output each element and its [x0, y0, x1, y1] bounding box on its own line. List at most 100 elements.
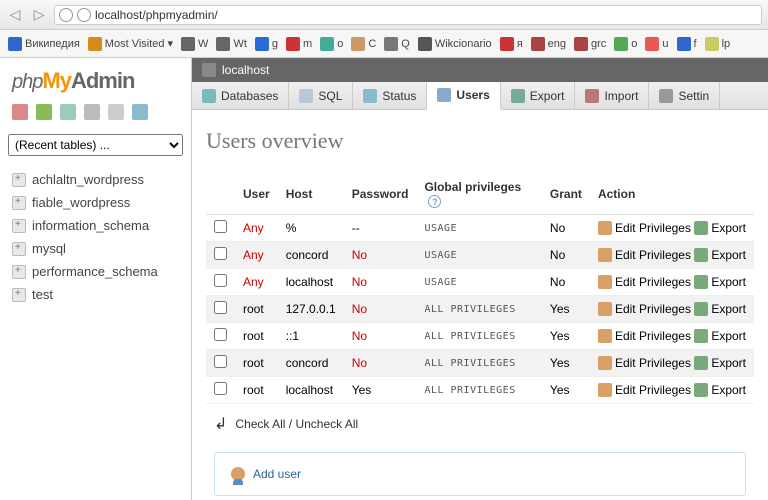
bookmark-icon [286, 37, 300, 51]
cell-host: localhost [278, 377, 344, 404]
row-checkbox[interactable] [214, 355, 227, 368]
export-link[interactable]: Export [694, 356, 746, 370]
bookmark-item[interactable]: Wt [216, 37, 246, 51]
bookmark-item[interactable]: o [614, 37, 637, 51]
cell-grant: No [542, 242, 590, 269]
edit-privileges-link[interactable]: Edit Privileges [598, 329, 691, 343]
export-link[interactable]: Export [694, 383, 746, 397]
export-link[interactable]: Export [694, 275, 746, 289]
expand-icon[interactable] [12, 219, 26, 233]
expand-icon[interactable] [12, 173, 26, 187]
logout-icon[interactable] [36, 104, 52, 120]
export-link[interactable]: Export [694, 302, 746, 316]
status-icon [363, 89, 377, 103]
add-user-label: Add user [253, 467, 301, 481]
url-bar[interactable] [54, 5, 762, 25]
bookmark-icon [614, 37, 628, 51]
uncheck-all-link[interactable]: Uncheck All [295, 417, 358, 431]
databases-icon [202, 89, 216, 103]
bookmark-item[interactable]: o [320, 37, 343, 51]
add-user-button[interactable]: Add user [214, 452, 746, 496]
bookmark-item[interactable]: lp [705, 37, 731, 51]
edit-privileges-link[interactable]: Edit Privileges [598, 383, 691, 397]
import-icon [585, 89, 599, 103]
row-checkbox[interactable] [214, 301, 227, 314]
database-item[interactable]: performance_schema [4, 260, 187, 283]
row-checkbox[interactable] [214, 247, 227, 260]
bookmark-icon [574, 37, 588, 51]
expand-icon[interactable] [12, 196, 26, 210]
back-button[interactable]: ◁ [6, 6, 24, 24]
database-item[interactable]: mysql [4, 237, 187, 260]
row-checkbox[interactable] [214, 220, 227, 233]
recent-tables-select[interactable]: (Recent tables) ... [8, 134, 183, 156]
home-icon[interactable] [12, 104, 28, 120]
bookmarks-bar: ВикипедияMost Visited▾WWtgmoCQWikcionari… [0, 30, 768, 58]
expand-icon[interactable] [12, 265, 26, 279]
bookmark-item[interactable]: Wikcionario [418, 37, 492, 51]
tab-settings[interactable]: Settin [649, 82, 720, 109]
cell-privileges: ALL PRIVILEGES [416, 377, 541, 404]
row-checkbox[interactable] [214, 274, 227, 287]
database-item[interactable]: test [4, 283, 187, 306]
expand-icon[interactable] [12, 242, 26, 256]
export-icon [511, 89, 525, 103]
query-icon[interactable] [60, 104, 76, 120]
cell-user: Any [235, 269, 278, 296]
url-input[interactable] [95, 8, 757, 22]
export-link[interactable]: Export [694, 221, 746, 235]
bookmark-item[interactable]: Википедия [8, 37, 80, 51]
check-all-link[interactable]: Check All [235, 417, 285, 431]
server-icon [202, 63, 216, 77]
col-host[interactable]: Host [278, 174, 344, 215]
forward-button[interactable]: ▷ [30, 6, 48, 24]
cell-password: -- [344, 215, 417, 242]
expand-icon[interactable] [12, 288, 26, 302]
edit-privileges-link[interactable]: Edit Privileges [598, 302, 691, 316]
settings-icon[interactable] [108, 104, 124, 120]
tab-sql[interactable]: SQL [289, 82, 353, 109]
edit-privileges-link[interactable]: Edit Privileges [598, 221, 691, 235]
help-icon[interactable]: ? [428, 195, 441, 208]
bookmark-item[interactable]: я [500, 37, 523, 51]
bookmark-item[interactable]: Most Visited▾ [88, 37, 173, 51]
tabs: DatabasesSQLStatusUsersExportImportSetti… [192, 82, 768, 110]
edit-privileges-link[interactable]: Edit Privileges [598, 356, 691, 370]
bookmark-item[interactable]: grc [574, 37, 606, 51]
bookmark-item[interactable]: C [351, 37, 376, 51]
cell-action: Edit Privileges Export [590, 350, 754, 377]
bookmark-item[interactable]: m [286, 37, 312, 51]
bookmark-item[interactable]: W [181, 37, 208, 51]
bookmark-item[interactable]: u [645, 37, 668, 51]
edit-privileges-link[interactable]: Edit Privileges [598, 248, 691, 262]
breadcrumb-server[interactable]: localhost [222, 63, 269, 77]
row-checkbox[interactable] [214, 382, 227, 395]
database-item[interactable]: information_schema [4, 214, 187, 237]
tab-export[interactable]: Export [501, 82, 576, 109]
tab-import[interactable]: Import [575, 82, 649, 109]
col-user[interactable]: User [235, 174, 278, 215]
row-checkbox[interactable] [214, 328, 227, 341]
cell-grant: Yes [542, 296, 590, 323]
tab-users[interactable]: Users [427, 82, 500, 110]
bookmark-icon [500, 37, 514, 51]
bookmark-item[interactable]: eng [531, 37, 566, 51]
database-item[interactable]: achlaltn_wordpress [4, 168, 187, 191]
tab-status[interactable]: Status [353, 82, 427, 109]
bookmark-item[interactable]: g [255, 37, 278, 51]
col-grant[interactable]: Grant [542, 174, 590, 215]
export-icon [694, 275, 708, 289]
edit-privileges-link[interactable]: Edit Privileges [598, 275, 691, 289]
logo-my: My [42, 68, 71, 93]
export-link[interactable]: Export [694, 329, 746, 343]
cell-password: No [344, 269, 417, 296]
bookmark-item[interactable]: f [677, 37, 697, 51]
tab-databases[interactable]: Databases [192, 82, 289, 109]
database-item[interactable]: fiable_wordpress [4, 191, 187, 214]
bookmark-item[interactable]: Q [384, 37, 410, 51]
export-link[interactable]: Export [694, 248, 746, 262]
col-password[interactable]: Password [344, 174, 417, 215]
col-global-privileges[interactable]: Global privileges? [416, 174, 541, 215]
reload-icon[interactable] [132, 104, 148, 120]
docs-icon[interactable] [84, 104, 100, 120]
